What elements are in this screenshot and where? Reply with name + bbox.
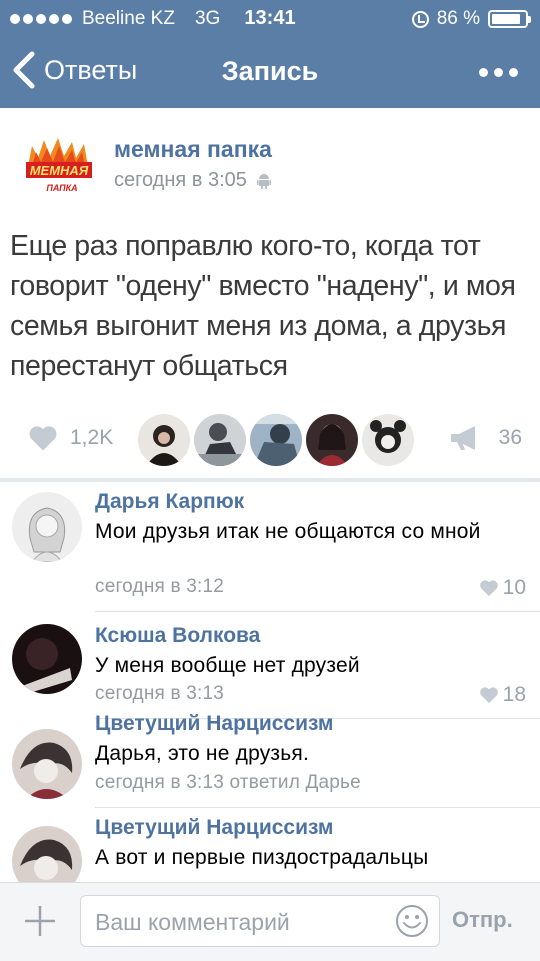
- heart-icon: [29, 426, 57, 451]
- status-right: 86 %: [411, 8, 531, 30]
- comments-list: Дарья Карпюк Мои друзья итак не общаются…: [0, 482, 540, 882]
- comment-divider: [95, 807, 540, 808]
- comment-text: У меня вообще нет друзей: [95, 654, 360, 677]
- comment-time: сегодня в 3:13: [95, 683, 225, 704]
- page-title: Запись: [221, 56, 319, 86]
- comment-like-button[interactable]: 18: [479, 683, 526, 707]
- comment-text: А вот и первые пиздострадальцы: [95, 846, 429, 869]
- nav-bar: Ответы Запись: [0, 38, 540, 108]
- commenter-name[interactable]: Дарья Карпюк: [95, 490, 244, 514]
- post-like-button[interactable]: 1,2K: [28, 424, 113, 452]
- status-bar: Beeline KZ 3G 13:41 86 %: [0, 0, 540, 38]
- group-logo[interactable]: МЕМНАЯ ПАПКА: [22, 136, 96, 198]
- comment-text: Дарья, это не друзья.: [95, 742, 309, 765]
- liker-avatar: [138, 414, 190, 466]
- commenter-avatar[interactable]: [12, 729, 82, 799]
- comment-input[interactable]: [93, 896, 387, 948]
- liked-by-avatars[interactable]: [138, 414, 416, 466]
- liker-avatar: [362, 414, 414, 466]
- comment-composer: Отпр.: [0, 882, 540, 961]
- attach-plus-icon[interactable]: [22, 903, 58, 939]
- comment-like-button[interactable]: 10: [479, 576, 526, 600]
- more-options-icon[interactable]: [479, 68, 518, 77]
- comment-time: сегодня в 3:12: [95, 576, 225, 597]
- post-share-button[interactable]: 36: [449, 425, 522, 451]
- comment-text: Мои друзья итак не общаются со мной: [95, 520, 481, 543]
- heart-icon: [479, 580, 498, 597]
- comment-like-count: 10: [502, 576, 526, 599]
- battery-icon: [488, 10, 531, 28]
- post-actions: 1,2K 36: [0, 408, 540, 468]
- logo-text-bottom: ПАПКА: [46, 183, 77, 193]
- logo-text-top: МЕМНАЯ: [30, 163, 89, 178]
- post-text: Еще раз поправлю кого-то, когда тот гово…: [10, 230, 516, 382]
- post-share-count: 36: [498, 426, 522, 449]
- commenter-avatar[interactable]: [12, 826, 82, 882]
- orientation-lock-icon: [411, 10, 429, 28]
- battery-percent: 86 %: [436, 8, 480, 29]
- comment-like-count: 18: [502, 683, 526, 706]
- top-bar: Beeline KZ 3G 13:41 86 % Ответы Запись: [0, 0, 540, 108]
- comment-input-box: [80, 895, 440, 948]
- send-button[interactable]: Отпр.: [452, 907, 513, 933]
- post: МЕМНАЯ ПАПКА мемная папка сегодня в 3:05…: [0, 108, 540, 478]
- commenter-avatar[interactable]: [12, 624, 82, 694]
- post-like-count: 1,2K: [70, 426, 114, 449]
- post-author[interactable]: мемная папка: [114, 136, 272, 163]
- commenter-name[interactable]: Ксюша Волкова: [95, 624, 260, 648]
- commenter-name[interactable]: Цветущий Нарциссизм: [95, 816, 333, 840]
- commenter-avatar[interactable]: [12, 492, 82, 562]
- heart-icon: [479, 687, 498, 704]
- android-icon: [256, 173, 271, 189]
- megaphone-icon: [450, 426, 475, 450]
- commenter-name[interactable]: Цветущий Нарциссизм: [95, 712, 333, 736]
- liker-avatar: [250, 414, 302, 466]
- liker-avatar: [194, 414, 246, 466]
- post-time-row: сегодня в 3:05: [114, 169, 271, 192]
- post-time: сегодня в 3:05: [114, 169, 247, 191]
- emoji-icon[interactable]: [395, 904, 429, 938]
- comment-time: сегодня в 3:13 ответил Дарье: [95, 772, 361, 793]
- liker-avatar: [306, 414, 358, 466]
- comment-divider: [95, 611, 540, 612]
